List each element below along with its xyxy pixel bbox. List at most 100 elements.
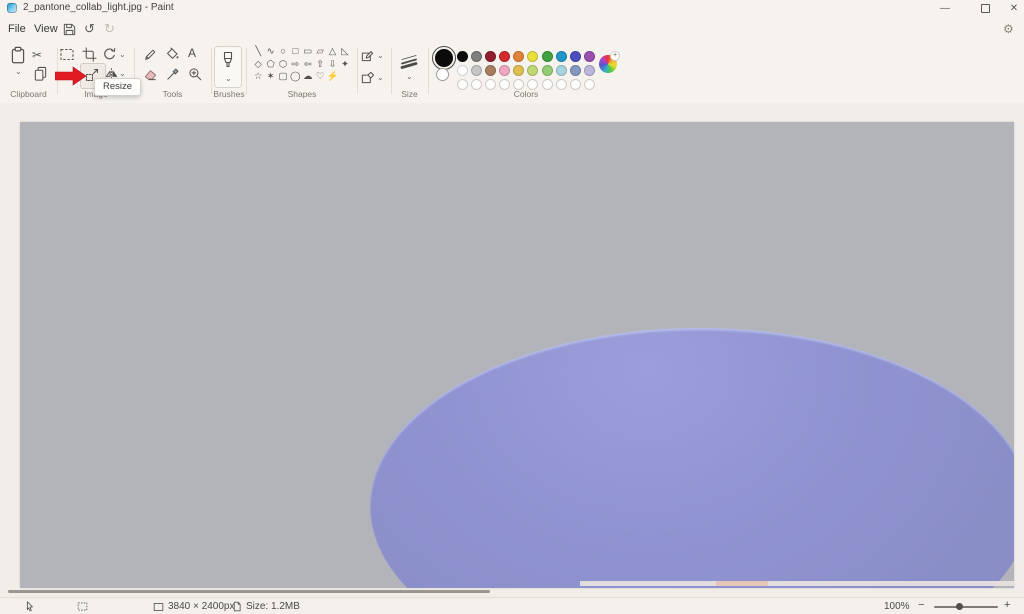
background-color-swatch[interactable] bbox=[436, 68, 449, 81]
shape-button[interactable]: ◇ bbox=[252, 59, 264, 72]
color-picker-tool[interactable] bbox=[165, 67, 180, 82]
crop-button[interactable] bbox=[82, 47, 97, 62]
selection-size-icon bbox=[77, 601, 88, 612]
shape-fill-chevron[interactable]: ⌄ bbox=[377, 74, 384, 82]
brushes-button[interactable]: ⌄ bbox=[214, 46, 242, 88]
shape-button[interactable]: ✦ bbox=[339, 59, 351, 72]
shape-button[interactable]: ○ bbox=[277, 46, 289, 59]
paste-button[interactable] bbox=[9, 46, 27, 65]
redo-button[interactable]: ↻ bbox=[104, 21, 115, 36]
color-swatch[interactable] bbox=[484, 64, 496, 76]
save-button[interactable] bbox=[62, 22, 77, 37]
color-swatch[interactable] bbox=[584, 50, 596, 62]
color-swatch[interactable] bbox=[470, 64, 482, 76]
shape-button[interactable]: ▭ bbox=[302, 46, 314, 59]
shape-button[interactable]: ⇧ bbox=[314, 59, 326, 72]
settings-icon[interactable]: ⚙ bbox=[1003, 22, 1014, 37]
color-swatch[interactable] bbox=[527, 50, 539, 62]
select-button[interactable] bbox=[59, 47, 75, 62]
zoom-in-button[interactable]: + bbox=[1004, 599, 1010, 611]
shape-button[interactable]: ⇨ bbox=[289, 59, 301, 72]
shape-button[interactable]: ⬡ bbox=[277, 59, 289, 72]
color-swatch[interactable] bbox=[570, 64, 581, 76]
color-swatch[interactable] bbox=[499, 64, 511, 76]
cut-button[interactable]: ✂ bbox=[32, 48, 42, 62]
color-swatch[interactable] bbox=[484, 78, 496, 90]
color-swatch[interactable] bbox=[555, 50, 567, 62]
cursor-position-icon bbox=[25, 601, 36, 612]
zoom-out-button[interactable]: − bbox=[918, 599, 924, 611]
shape-button[interactable]: ♡ bbox=[314, 71, 326, 84]
color-swatch[interactable] bbox=[570, 50, 581, 62]
photo-bottom-strip bbox=[580, 581, 1014, 586]
menu-view[interactable]: View bbox=[31, 22, 61, 36]
shape-button[interactable]: ╲ bbox=[252, 46, 264, 59]
shape-button[interactable]: ⇦ bbox=[302, 59, 314, 72]
color-swatch[interactable] bbox=[456, 64, 468, 76]
zoom-slider[interactable] bbox=[934, 606, 998, 608]
shape-button[interactable]: ✶ bbox=[264, 71, 276, 84]
shape-button[interactable]: ◯ bbox=[289, 71, 301, 84]
color-swatch[interactable] bbox=[541, 64, 553, 76]
shape-button[interactable]: ☁ bbox=[302, 71, 314, 84]
color-swatch[interactable] bbox=[456, 50, 468, 62]
shape-button[interactable]: ⚡ bbox=[326, 71, 339, 84]
pencil-tool[interactable] bbox=[143, 47, 158, 62]
rotate-dropdown-chevron[interactable]: ⌄ bbox=[119, 51, 126, 59]
shape-outline-chevron[interactable]: ⌄ bbox=[377, 52, 384, 60]
fill-tool[interactable] bbox=[165, 47, 180, 62]
color-swatch[interactable] bbox=[555, 64, 567, 76]
shape-button[interactable]: ▱ bbox=[314, 46, 326, 59]
maximize-button[interactable] bbox=[971, 0, 999, 16]
shape-outline-icon bbox=[361, 51, 374, 62]
foreground-color-swatch[interactable] bbox=[432, 46, 456, 70]
color-swatch[interactable] bbox=[541, 78, 553, 90]
shape-button[interactable]: ▢ bbox=[277, 71, 289, 84]
color-swatch[interactable] bbox=[484, 50, 496, 62]
shape-button[interactable]: ⬠ bbox=[264, 59, 276, 72]
close-button[interactable]: ✕ bbox=[1000, 0, 1024, 16]
undo-button[interactable]: ↺ bbox=[84, 21, 95, 36]
zoom-slider-thumb[interactable] bbox=[956, 603, 963, 610]
color-swatch[interactable] bbox=[555, 78, 567, 90]
canvas[interactable] bbox=[20, 122, 1014, 588]
photo-bottom-strip-pink bbox=[716, 581, 768, 586]
color-swatch[interactable] bbox=[541, 50, 553, 62]
shape-button[interactable]: ◺ bbox=[339, 46, 351, 59]
shape-button[interactable]: ∿ bbox=[264, 46, 276, 59]
color-swatch[interactable] bbox=[456, 78, 468, 90]
menu-file[interactable]: File bbox=[5, 22, 29, 36]
rotate-button[interactable] bbox=[102, 47, 117, 62]
paint-logo-icon bbox=[7, 3, 17, 13]
shape-fill-button[interactable] bbox=[360, 70, 375, 85]
shape-button[interactable]: ⇩ bbox=[326, 59, 338, 72]
color-swatch[interactable] bbox=[513, 64, 525, 76]
magnifier-tool[interactable] bbox=[188, 67, 203, 82]
minimize-button[interactable]: — bbox=[931, 0, 959, 16]
copy-button[interactable] bbox=[33, 66, 48, 82]
color-swatch[interactable] bbox=[499, 78, 511, 90]
file-size-icon bbox=[232, 601, 242, 612]
text-tool[interactable]: A bbox=[188, 46, 196, 60]
shape-button[interactable]: □ bbox=[289, 46, 301, 59]
color-swatch[interactable] bbox=[584, 78, 596, 90]
color-swatch[interactable] bbox=[527, 64, 539, 76]
ribbon-toolbar: Clipboard Image Tools Brushes Shapes Siz… bbox=[0, 44, 1024, 104]
color-swatch[interactable] bbox=[470, 78, 482, 90]
color-swatch[interactable] bbox=[584, 64, 596, 76]
size-button[interactable] bbox=[398, 52, 420, 70]
paste-dropdown-chevron[interactable]: ⌄ bbox=[15, 68, 22, 76]
flip-dropdown-chevron[interactable]: ⌄ bbox=[119, 70, 126, 78]
size-dropdown-chevron[interactable]: ⌄ bbox=[406, 73, 413, 81]
horizontal-scrollbar[interactable] bbox=[8, 590, 490, 593]
color-swatch[interactable] bbox=[513, 78, 525, 90]
shape-button[interactable]: △ bbox=[326, 46, 338, 59]
color-swatch[interactable] bbox=[527, 78, 539, 90]
color-swatch[interactable] bbox=[570, 78, 581, 90]
color-swatch[interactable] bbox=[499, 50, 511, 62]
shape-button[interactable]: ☆ bbox=[252, 71, 264, 84]
eraser-tool[interactable] bbox=[143, 67, 158, 82]
color-swatch[interactable] bbox=[513, 50, 525, 62]
shape-outline-button[interactable] bbox=[360, 48, 375, 63]
color-swatch[interactable] bbox=[470, 50, 482, 62]
